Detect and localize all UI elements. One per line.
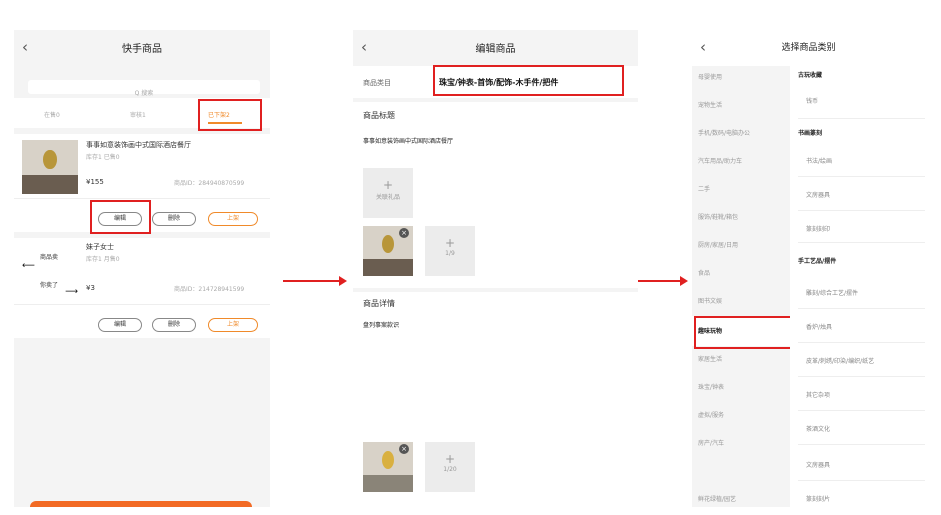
- arrow-right-icon: [339, 276, 347, 286]
- close-icon[interactable]: ×: [399, 228, 409, 238]
- detail-label: 商品详情: [363, 299, 395, 308]
- screen-select-category: ‹ 选择商品类别 母婴使用 宠物生活 手机/数码/电脑办公 汽车用品/助力车 二…: [692, 30, 925, 507]
- subcategory-item[interactable]: 篆刻刻片: [806, 494, 830, 503]
- subcategory-item[interactable]: 雕刻/综合工艺/摆件: [806, 288, 858, 297]
- flow-arrow: [283, 280, 339, 282]
- subcategory-item[interactable]: 书法/绘画: [806, 156, 832, 165]
- category-item[interactable]: 手机/数码/电脑办公: [698, 128, 750, 137]
- product-info-section: 商品标题 事事如意装饰画中式国际酒店餐厅 + 关联礼品 × + 1/9: [353, 102, 638, 288]
- subcategory-item[interactable]: 香炉/烛具: [806, 322, 832, 331]
- delete-button[interactable]: 删除: [152, 212, 196, 226]
- subcategory-item[interactable]: 茶酒文化: [806, 424, 830, 433]
- category-label: 商品类目: [363, 79, 391, 87]
- product-meta: 库存1 已售0: [86, 154, 120, 161]
- highlight-category: [433, 65, 624, 96]
- category-item[interactable]: 图书文娱: [698, 296, 722, 305]
- close-icon[interactable]: ×: [399, 444, 409, 454]
- arrow-left-icon: ⟵: [22, 261, 35, 271]
- nav-bar: ‹ 编辑商品: [353, 30, 638, 66]
- tab-review[interactable]: 审核1: [130, 110, 146, 119]
- product-price: ¥3: [86, 284, 95, 292]
- plus-icon: +: [382, 178, 394, 192]
- product-id: 商品ID：214728941599: [174, 286, 245, 293]
- edit-button[interactable]: 编辑: [98, 318, 142, 332]
- title-input[interactable]: 事事如意装饰画中式国际酒店餐厅: [363, 136, 453, 145]
- list-button[interactable]: 上架: [208, 318, 258, 332]
- plus-icon: +: [444, 452, 456, 466]
- category-item[interactable]: 宠物生活: [698, 100, 722, 109]
- detail-text[interactable]: 盘列事案款识: [363, 320, 399, 329]
- add-image-button[interactable]: + 1/20: [425, 442, 475, 492]
- subcategory-item[interactable]: 钱币: [806, 96, 818, 105]
- page-title: 选择商品类别: [781, 43, 836, 53]
- search-input[interactable]: Q 搜索: [28, 80, 260, 97]
- page-title: 编辑商品: [475, 44, 516, 55]
- delete-button[interactable]: 删除: [152, 318, 196, 332]
- plus-icon: +: [444, 236, 456, 250]
- product-meta: 库存1 月售0: [86, 256, 120, 263]
- highlight-selected-category: [694, 316, 794, 349]
- subcategory-item[interactable]: 皮革/刺绣/印染/编织/纸艺: [806, 356, 874, 365]
- product-detail-section: 商品详情 盘列事案款识 × + 1/20: [353, 292, 638, 507]
- nav-bar: ‹ 快手商品: [14, 30, 270, 66]
- divider: [14, 304, 270, 305]
- subcategory-item[interactable]: 文房器具: [806, 460, 830, 469]
- category-item[interactable]: 鲜花绿植/园艺: [698, 494, 736, 503]
- subcategory-panel: 古玩收藏 钱币 书画篆刻 书法/绘画 文房器具 篆刻刻印 手工艺品/摆件 雕刻/…: [790, 66, 925, 507]
- group-heading: 古玩收藏: [798, 72, 823, 79]
- category-item[interactable]: 二手: [698, 184, 710, 193]
- screen-edit-product: ‹ 编辑商品 商品类目 珠宝/钟表-首饰/配饰-木手件/把件 商品标题 事事如意…: [353, 30, 638, 507]
- bottom-action-bar[interactable]: [30, 501, 252, 507]
- annotation-label: 商品卖: [40, 254, 59, 261]
- category-item[interactable]: 食品: [698, 268, 710, 277]
- add-image-button[interactable]: + 关联礼品: [363, 168, 413, 218]
- screen-product-list: ‹ 快手商品 Q 搜索 在售0 审核1 已下架2 事事如意装饰画中式国际酒店餐厅…: [14, 30, 270, 507]
- category-sidebar: 母婴使用 宠物生活 手机/数码/电脑办公 汽车用品/助力车 二手 服饰/鞋靴/箱…: [692, 66, 790, 507]
- subcategory-item[interactable]: 篆刻刻印: [806, 224, 830, 233]
- arrow-right-icon: ⟶: [65, 287, 78, 297]
- product-title: 妹子女士: [86, 243, 114, 251]
- list-button[interactable]: 上架: [208, 212, 258, 226]
- category-item[interactable]: 服饰/鞋靴/箱包: [698, 212, 738, 221]
- divider: [14, 198, 270, 199]
- product-thumbnail: [22, 140, 78, 194]
- subcategory-item[interactable]: 文房器具: [806, 190, 830, 199]
- product-id: 商品ID：284940870599: [174, 180, 245, 187]
- nav-bar: ‹ 选择商品类别: [692, 30, 925, 66]
- category-item[interactable]: 家居生活: [698, 354, 722, 363]
- add-image-button[interactable]: + 1/9: [425, 226, 475, 276]
- category-item[interactable]: 汽车用品/助力车: [698, 156, 742, 165]
- category-item[interactable]: 厨房/家居/日用: [698, 240, 738, 249]
- product-card: 妹子女士 库存1 月售0 ¥3 商品ID：214728941599 商品卖 ⟵ …: [14, 238, 270, 338]
- subcategory-item[interactable]: 其它杂项: [806, 390, 830, 399]
- product-title: 事事如意装饰画中式国际酒店餐厅: [86, 141, 191, 149]
- product-price: ¥155: [86, 178, 104, 186]
- tab-on-sale[interactable]: 在售0: [44, 110, 60, 119]
- highlight-edit-button: [90, 200, 151, 234]
- page-title: 快手商品: [122, 44, 162, 55]
- category-item[interactable]: 虚拟/服务: [698, 410, 724, 419]
- category-item[interactable]: 珠宝/钟表: [698, 382, 724, 391]
- category-item[interactable]: 母婴使用: [698, 72, 722, 81]
- category-item[interactable]: 房产/汽车: [698, 438, 724, 447]
- arrow-right-icon: [680, 276, 688, 286]
- highlight-off-shelf-tab: [198, 99, 262, 131]
- title-label: 商品标题: [363, 111, 395, 120]
- group-heading: 书画篆刻: [798, 130, 823, 137]
- group-heading: 手工艺品/摆件: [798, 258, 837, 265]
